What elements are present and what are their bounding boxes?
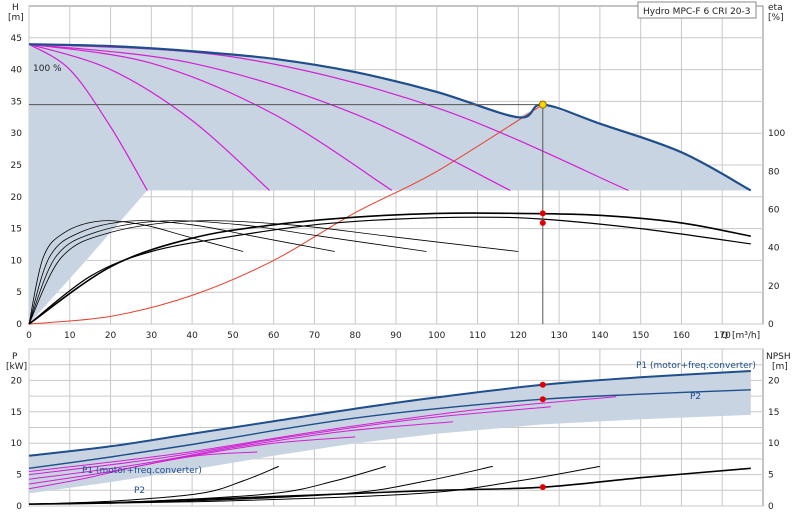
power-duty-point [539,396,546,403]
x-tick-label: 10 [64,331,76,341]
h-tick-label: 0 [16,320,22,330]
npsh-tick-label: 10 [768,439,780,449]
x-tick-label: 60 [268,331,280,341]
power-duty-point [539,484,546,491]
eta-tick-label: 20 [768,282,780,292]
eta-tick-label: 100 [768,129,785,139]
eta-tick-label: 0 [768,320,774,330]
x-axis-label-q: Q [721,331,728,341]
eta-tick-label: 40 [768,244,780,254]
p-tick-label: 0 [16,502,22,512]
x-tick-label: 20 [105,331,117,341]
x-tick-label: 30 [146,331,158,341]
x-tick-label: 90 [390,331,402,341]
h-tick-label: 5 [16,288,22,298]
p2-reduced-series-label: P2 [134,486,145,496]
npsh-tick-label: 0 [768,502,774,512]
h-tick-label: 15 [11,225,22,235]
eta-tick-label: 80 [768,167,780,177]
y-axis-label-p: P [12,352,18,362]
y-axis-unit-h: [m] [8,13,24,23]
eta-duty-point [539,219,546,226]
x-tick-label: 50 [227,331,239,341]
y2-axis-label-eta: eta [768,3,783,13]
npsh-tick-label: 5 [768,471,774,481]
x-tick-label: 160 [673,331,690,341]
x-tick-label: 100 [428,331,445,341]
p1-reduced-series-label: P1 (motor+freq.converter) [82,466,202,476]
y2-axis-unit-eta: [%] [768,13,784,23]
h-tick-label: 30 [11,129,23,139]
y2-axis-label-npsh: NPSH [766,352,791,362]
p-tick-label: 20 [11,376,23,386]
h-tick-label: 40 [11,66,23,76]
duty-point [538,100,547,109]
speed-label: 100 % [33,64,62,74]
npsh-tick-label: 15 [768,408,779,418]
pump-curve-svg: 0 10 20 30 40 50 60 70 80 90 100 110 120 130 140 150 160… [0,0,800,520]
x-tick-label: 110 [469,331,486,341]
p-tick-label: 15 [11,408,22,418]
p1-series-label: P1 (motor+freq.converter) [636,361,756,371]
eta-tick-label: 60 [768,206,780,216]
npsh-tick-label: 20 [768,376,780,386]
p2-series-label: P2 [690,392,701,402]
x-tick-label: 0 [26,331,32,341]
y-axis-unit-p: [kW] [6,362,27,372]
x-tick-label: 130 [551,331,568,341]
x-tick-label: 40 [186,331,198,341]
h-tick-label: 10 [11,256,23,266]
x-tick-label: 120 [510,331,527,341]
h-tick-label: 35 [11,97,22,107]
p-tick-label: 10 [11,439,23,449]
h-tick-label: 25 [11,161,22,171]
chart-title: Hydro MPC-F 6 CRI 20-3 [643,7,751,17]
h-tick-label: 20 [11,193,23,203]
x-tick-label: 80 [349,331,361,341]
h-tick-label: 45 [11,34,22,44]
eta-duty-point [539,210,546,217]
x-tick-label: 140 [591,331,608,341]
p-tick-label: 5 [16,471,22,481]
power-duty-point [539,381,546,388]
y-axis-label-h: H [12,3,19,13]
pump-curve-chart: 0 10 20 30 40 50 60 70 80 90 100 110 120 130 140 150 160… [0,0,800,520]
x-tick-label: 150 [632,331,649,341]
x-axis-unit-q: [m³/h] [732,331,760,341]
y2-axis-unit-npsh: [m] [772,362,788,372]
x-tick-label: 70 [309,331,321,341]
